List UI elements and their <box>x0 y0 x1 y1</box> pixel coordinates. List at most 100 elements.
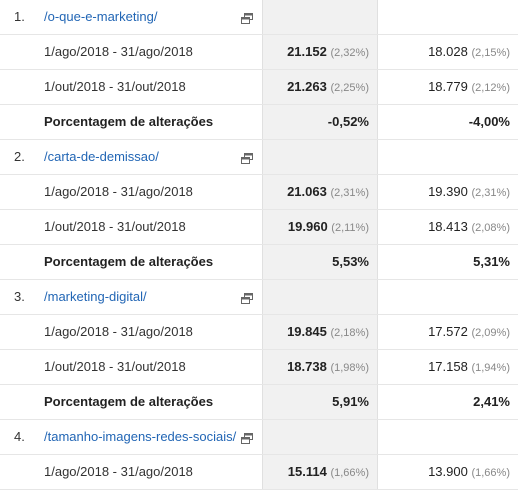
metric-primary-cell: 18.738 (1,98%) <box>262 350 378 384</box>
metric-number: 21.263 <box>287 79 327 94</box>
metric-primary-cell: 5,91% <box>262 385 378 419</box>
date-range-label: 1/out/2018 - 31/out/2018 <box>44 219 186 234</box>
metric-percent: (1,66%) <box>471 467 510 479</box>
dimension-cell: 1/out/2018 - 31/out/2018 <box>0 70 262 104</box>
date-range-label: 1/ago/2018 - 31/ago/2018 <box>44 324 193 339</box>
percent-change-row: Porcentagem de alterações 5,53% 5,31% <box>0 245 518 280</box>
date-range-row: 1/out/2018 - 31/out/2018 19.960 (2,11%) 18… <box>0 210 518 245</box>
row-index: 2. <box>14 149 25 164</box>
dimension-cell: 4. /tamanho-imagens-redes-sociais/ <box>0 420 262 454</box>
metric-value: 5,53% <box>332 245 369 279</box>
page-row: 1. /o-que-e-marketing/ <box>0 0 518 35</box>
metric-secondary-cell <box>378 420 518 454</box>
metric-secondary-cell: 5,31% <box>378 245 518 279</box>
metric-secondary-cell: 2,41% <box>378 385 518 419</box>
percent-change-row: Porcentagem de alterações -0,52% -4,00% <box>0 105 518 140</box>
metric-number: 13.900 <box>428 464 468 479</box>
date-range-row: 1/ago/2018 - 31/ago/2018 15.114 (1,66%) 13… <box>0 455 518 490</box>
metric-value: 17.158 (1,94%) <box>428 350 510 385</box>
page-path-link[interactable]: /marketing-digital/ <box>44 280 147 314</box>
metric-primary-cell <box>262 280 378 314</box>
metric-primary-cell: 21.263 (2,25%) <box>262 70 378 104</box>
metric-number: -4,00% <box>468 114 510 129</box>
metric-number: 18.028 <box>428 44 468 59</box>
dimension-cell: Porcentagem de alterações <box>0 245 262 279</box>
percent-change-label: Porcentagem de alterações <box>44 114 214 129</box>
metric-primary-cell: -0,52% <box>262 105 378 139</box>
page-row: 3. /marketing-digital/ <box>0 280 518 315</box>
date-range-label: 1/ago/2018 - 31/ago/2018 <box>44 184 193 199</box>
dimension-cell: Porcentagem de alterações <box>0 105 262 139</box>
metric-percent: (2,32%) <box>330 47 369 59</box>
metric-value: 18.413 (2,08%) <box>428 210 510 245</box>
dimension-cell: 1/ago/2018 - 31/ago/2018 <box>0 175 262 209</box>
metric-value: 21.063 (2,31%) <box>287 175 369 210</box>
page-path-link[interactable]: /carta-de-demissao/ <box>44 140 159 174</box>
date-range-row: 1/out/2018 - 31/out/2018 21.263 (2,25%) 18… <box>0 70 518 105</box>
open-in-new-window-icon[interactable] <box>241 12 253 24</box>
metric-primary-cell: 21.152 (2,32%) <box>262 35 378 69</box>
metric-number: 19.960 <box>287 219 328 234</box>
row-index: 4. <box>14 429 25 444</box>
metric-number: 18.779 <box>428 79 468 94</box>
metric-secondary-cell <box>378 140 518 174</box>
dimension-cell: 1/out/2018 - 31/out/2018 <box>0 210 262 244</box>
metric-value: 17.572 (2,09%) <box>428 315 510 350</box>
metric-number: -0,52% <box>327 114 369 129</box>
page-row: 2. /carta-de-demissao/ <box>0 140 518 175</box>
metric-percent: (1,94%) <box>471 362 510 374</box>
open-in-new-window-icon[interactable] <box>241 432 253 444</box>
page-path-link[interactable]: /tamanho-imagens-redes-sociais/ <box>44 420 236 454</box>
dimension-cell: 1/ago/2018 - 31/ago/2018 <box>0 315 262 349</box>
metric-number: 19.390 <box>428 184 468 199</box>
metric-value: 5,31% <box>473 245 510 279</box>
metric-percent: (2,08%) <box>471 222 510 234</box>
metric-primary-cell <box>262 140 378 174</box>
metric-secondary-cell: 19.390 (2,31%) <box>378 175 518 209</box>
percent-change-row: Porcentagem de alterações 5,91% 2,41% <box>0 385 518 420</box>
metric-number: 5,91% <box>332 394 369 409</box>
metric-value: 5,91% <box>332 385 369 419</box>
metric-percent: (1,66%) <box>330 467 369 479</box>
metric-secondary-cell <box>378 280 518 314</box>
metric-secondary-cell: -4,00% <box>378 105 518 139</box>
percent-change-label: Porcentagem de alterações <box>44 254 214 269</box>
metric-number: 5,31% <box>473 254 510 269</box>
open-in-new-window-icon[interactable] <box>241 292 253 304</box>
page-path-link[interactable]: /o-que-e-marketing/ <box>44 0 157 34</box>
metric-percent: (2,12%) <box>471 82 510 94</box>
metric-secondary-cell: 18.028 (2,15%) <box>378 35 518 69</box>
metric-value: 21.152 (2,32%) <box>287 35 369 70</box>
metric-value: 19.845 (2,18%) <box>287 315 369 350</box>
metric-number: 21.063 <box>287 184 327 199</box>
metric-value: 13.900 (1,66%) <box>428 455 510 490</box>
date-range-row: 1/ago/2018 - 31/ago/2018 19.845 (2,18%) 17… <box>0 315 518 350</box>
percent-change-label: Porcentagem de alterações <box>44 394 214 409</box>
metric-secondary-cell: 18.413 (2,08%) <box>378 210 518 244</box>
metric-number: 2,41% <box>473 394 510 409</box>
metric-value: 2,41% <box>473 385 510 419</box>
metric-value: 18.028 (2,15%) <box>428 35 510 70</box>
open-in-new-window-icon[interactable] <box>241 152 253 164</box>
metric-number: 5,53% <box>332 254 369 269</box>
metric-secondary-cell <box>378 0 518 34</box>
report-table: 1. /o-que-e-marketing/1/ago/2018 - 31/ago… <box>0 0 518 492</box>
dimension-cell: 1. /o-que-e-marketing/ <box>0 0 262 34</box>
metric-percent: (1,98%) <box>330 362 369 374</box>
dimension-cell: 2. /carta-de-demissao/ <box>0 140 262 174</box>
metric-secondary-cell: 17.158 (1,94%) <box>378 350 518 384</box>
metric-percent: (2,15%) <box>471 47 510 59</box>
date-range-row: 1/ago/2018 - 31/ago/2018 21.063 (2,31%) 19… <box>0 175 518 210</box>
metric-number: 18.738 <box>287 359 327 374</box>
metric-primary-cell: 21.063 (2,31%) <box>262 175 378 209</box>
metric-number: 18.413 <box>428 219 468 234</box>
date-range-label: 1/out/2018 - 31/out/2018 <box>44 79 186 94</box>
date-range-label: 1/out/2018 - 31/out/2018 <box>44 359 186 374</box>
metric-number: 17.158 <box>428 359 468 374</box>
metric-value: 18.779 (2,12%) <box>428 70 510 105</box>
metric-value: 15.114 (1,66%) <box>288 455 369 490</box>
metric-number: 17.572 <box>428 324 468 339</box>
metric-primary-cell: 5,53% <box>262 245 378 279</box>
metric-secondary-cell: 13.900 (1,66%) <box>378 455 518 489</box>
metric-primary-cell: 19.845 (2,18%) <box>262 315 378 349</box>
